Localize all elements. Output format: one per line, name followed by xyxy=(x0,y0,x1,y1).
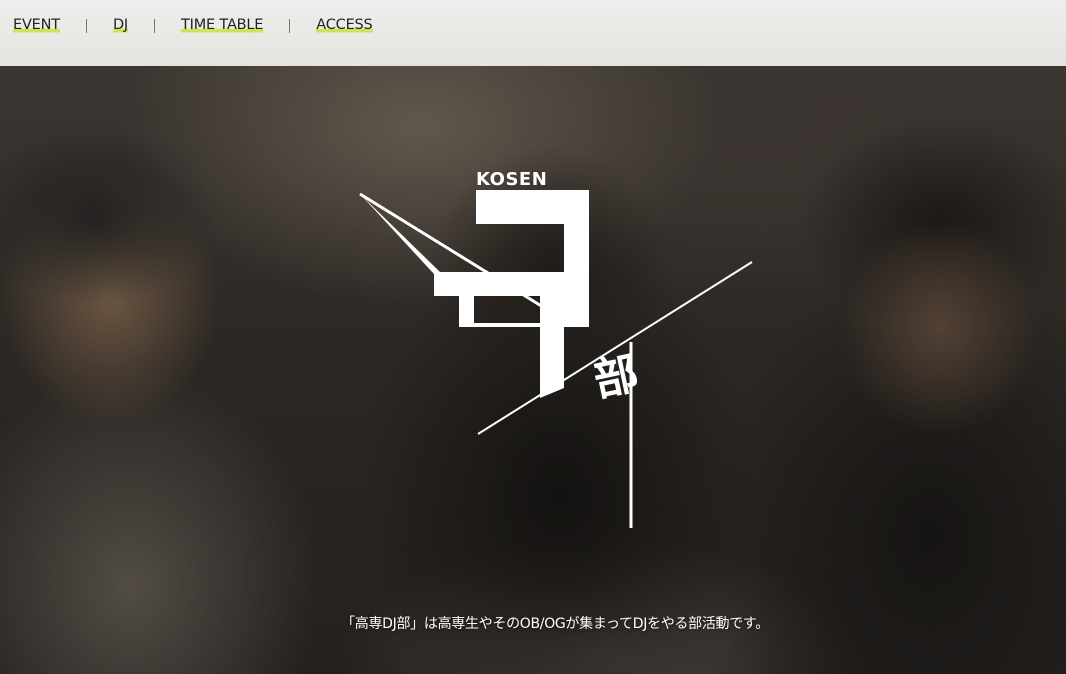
logo-kanji: 部 xyxy=(589,348,643,407)
logo-mark: KOSEN 部 xyxy=(359,169,753,528)
nav-item-time-table: TIME TABLE xyxy=(181,17,316,34)
logo-shape-stem xyxy=(459,294,474,324)
page: EVENT DJ TIME TABLE ACCESS KOSEN 部 「高専DJ… xyxy=(0,0,1066,674)
nav-item-dj: DJ xyxy=(112,17,181,34)
nav-item-event: EVENT xyxy=(13,17,113,34)
nav-divider xyxy=(289,18,291,33)
logo-shape-base xyxy=(459,323,589,327)
hero-tagline: 「高専DJ部」は高専生やそのOB/OGが集まってDJをやる部活動です。 xyxy=(341,616,769,632)
logo-wordmark: KOSEN xyxy=(476,169,547,190)
nav-menu: EVENT DJ TIME TABLE ACCESS xyxy=(13,17,373,34)
nav-divider xyxy=(85,18,87,33)
nav-link-access[interactable]: ACCESS xyxy=(316,17,373,34)
hero-section: KOSEN 部 「高専DJ部」は高専生やそのOB/OGが集まってDJをやる部活動… xyxy=(0,66,1066,674)
nav-link-dj[interactable]: DJ xyxy=(112,17,128,34)
kosen-dj-club-logo: KOSEN 部 xyxy=(354,166,754,531)
nav-divider xyxy=(154,18,155,33)
top-navigation-bar: EVENT DJ TIME TABLE ACCESS xyxy=(0,0,1066,66)
nav-item-access: ACCESS xyxy=(316,17,373,34)
logo-shape-top xyxy=(476,190,589,326)
nav-link-event[interactable]: EVENT xyxy=(13,17,60,34)
nav-link-time-table[interactable]: TIME TABLE xyxy=(181,17,263,34)
logo-shape-hook xyxy=(540,272,564,398)
